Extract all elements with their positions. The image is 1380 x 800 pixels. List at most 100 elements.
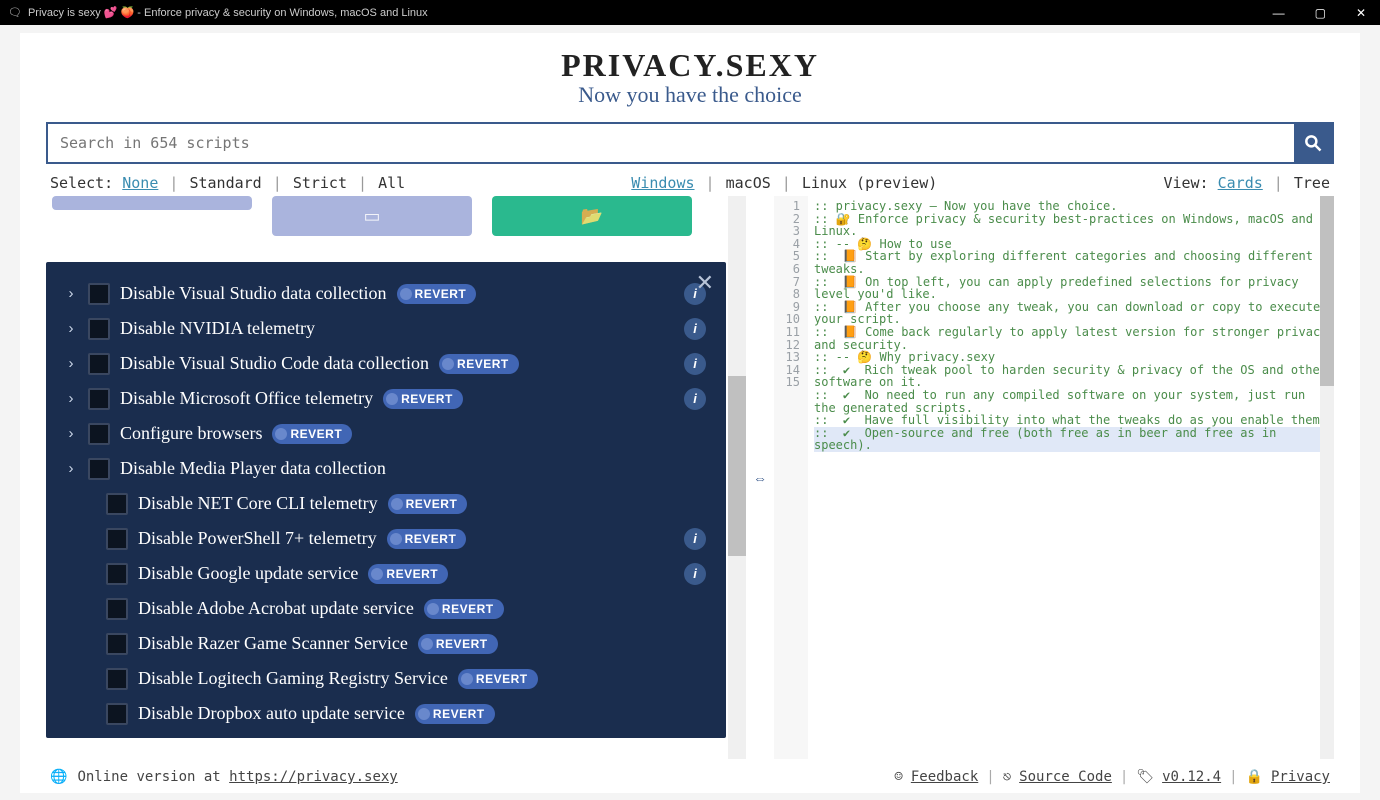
checkbox[interactable] [106,528,128,550]
tree-row: › Disable Visual Studio Code data collect… [64,346,706,381]
revert-toggle[interactable]: REVERT [458,669,538,689]
revert-toggle[interactable]: REVERT [397,284,477,304]
tree-item-label[interactable]: Disable Microsoft Office telemetry [120,388,373,409]
footer-link-privacy[interactable]: Privacy [1271,769,1330,785]
chevron-right-icon[interactable]: › [64,320,78,337]
minimize-button[interactable]: — [1267,6,1291,20]
maximize-button[interactable]: ▢ [1309,6,1332,20]
tree-item-label[interactable]: Disable NVIDIA telemetry [120,318,315,339]
online-link[interactable]: https://privacy.sexy [229,769,398,785]
search-button[interactable] [1294,124,1332,162]
category-card[interactable]: ▭ [272,196,472,236]
code-body[interactable]: :: privacy.sexy — Now you have the choic… [808,196,1334,759]
tree-item-label[interactable]: Disable Logitech Gaming Registry Service [138,668,448,689]
checkbox[interactable] [106,633,128,655]
checkbox[interactable] [88,283,110,305]
v--icon: 🏷 [1136,769,1154,785]
code-line: :: ✔ Rich tweak pool to harden security … [814,364,1334,389]
checkbox[interactable] [88,353,110,375]
option-windows[interactable]: Windows [631,174,694,192]
search-input[interactable] [48,124,1294,162]
revert-toggle[interactable]: REVERT [387,529,467,549]
tree-row: › Disable Microsoft Office telemetry REVER… [64,381,706,416]
source-code-icon: ⎋ [1003,769,1011,785]
brand-header: PRIVACY.SEXY Now you have the choice [20,33,1360,114]
revert-toggle[interactable]: REVERT [418,634,498,654]
tree-item-label[interactable]: Disable NET Core CLI telemetry [138,493,378,514]
footer-link-v-[interactable]: v0.12.4 [1162,769,1221,785]
resize-horizontal-icon: ⇔ [753,470,767,486]
checkbox[interactable] [106,563,128,585]
select-presets: Select: None | Standard | Strict | All [50,174,405,192]
chevron-right-icon[interactable]: › [64,425,78,442]
category-card-active[interactable]: 📂 [492,196,692,236]
option-all[interactable]: All [378,174,405,192]
pane-splitter[interactable]: ⇔ [746,196,774,759]
tree-item-label[interactable]: Configure browsers [120,423,262,444]
chevron-right-icon[interactable]: › [64,285,78,302]
revert-toggle[interactable]: REVERT [383,389,463,409]
option-standard[interactable]: Standard [189,174,261,192]
tree-item-label[interactable]: Disable Visual Studio Code data collecti… [120,353,429,374]
scrollbar-thumb[interactable] [1320,196,1334,386]
window-title: Privacy is sexy 💕 🍑 - Enforce privacy & … [28,6,428,19]
script-pane: 123456789101112131415 :: privacy.sexy — … [774,196,1334,759]
info-icon[interactable]: i [684,563,706,585]
revert-toggle[interactable]: REVERT [368,564,448,584]
chevron-right-icon[interactable]: › [64,390,78,407]
revert-toggle[interactable]: REVERT [424,599,504,619]
left-scrollbar[interactable] [728,196,746,759]
close-popover-button[interactable]: ✕ [696,270,714,296]
close-window-button[interactable]: ✕ [1350,6,1372,20]
tree-item-label[interactable]: Disable Dropbox auto update service [138,703,405,724]
checkbox[interactable] [88,318,110,340]
footer-link-source-code[interactable]: Source Code [1019,769,1112,785]
info-icon[interactable]: i [684,318,706,340]
tree-item-label[interactable]: Disable Media Player data collection [120,458,386,479]
chevron-right-icon[interactable]: › [64,355,78,372]
right-scrollbar[interactable] [1320,196,1334,759]
view-toggle: View: Cards | Tree [1163,174,1330,192]
revert-toggle[interactable]: REVERT [388,494,468,514]
brand-title: PRIVACY.SEXY [20,47,1360,84]
revert-toggle[interactable]: REVERT [415,704,495,724]
category-card[interactable] [52,196,252,210]
chevron-right-icon[interactable]: › [64,460,78,477]
window-titlebar: 🗨 Privacy is sexy 💕 🍑 - Enforce privacy … [0,0,1380,25]
option-tree[interactable]: Tree [1294,174,1330,192]
tree-item-label[interactable]: Disable Adobe Acrobat update service [138,598,414,619]
search-box [46,122,1334,164]
tree-item-label[interactable]: Disable PowerShell 7+ telemetry [138,528,377,549]
info-icon[interactable]: i [684,528,706,550]
checkbox[interactable] [106,598,128,620]
info-icon[interactable]: i [684,353,706,375]
checkbox[interactable] [88,458,110,480]
code-line: :: 📙 Start by exploring different catego… [814,250,1334,275]
code-line: :: 🔐 Enforce privacy & security best-pra… [814,213,1334,238]
code-line: :: 📙 Come back regularly to apply latest… [814,326,1334,351]
os-tabs: Windows | macOS | Linux (preview) [631,174,937,192]
tree-item-label[interactable]: Disable Google update service [138,563,358,584]
info-icon[interactable]: i [684,388,706,410]
option-macos[interactable]: macOS [726,174,771,192]
checkbox[interactable] [106,493,128,515]
tree-row: ›Disable NET Core CLI telemetryREVERT [64,486,706,521]
left-pane: ▭ 📂 ✕ › Disable Visual Studio data collec… [46,196,746,759]
checkbox[interactable] [106,668,128,690]
code-line: :: 📙 After you choose any tweak, you can… [814,301,1334,326]
option-none[interactable]: None [122,174,158,192]
tree-item-label[interactable]: Disable Razer Game Scanner Service [138,633,408,654]
checkbox[interactable] [106,703,128,725]
tree-item-label[interactable]: Disable Visual Studio data collection [120,283,387,304]
option-strict[interactable]: Strict [293,174,347,192]
revert-toggle[interactable]: REVERT [272,424,352,444]
document-icon: ▭ [363,206,380,227]
option-cards[interactable]: Cards [1218,174,1263,192]
scrollbar-thumb[interactable] [728,376,746,556]
checkbox[interactable] [88,423,110,445]
checkbox[interactable] [88,388,110,410]
footer-link-feedback[interactable]: Feedback [911,769,978,785]
option-linux-preview-[interactable]: Linux (preview) [802,174,937,192]
code-line: :: ✔ Open-source and free (both free as … [814,427,1334,452]
revert-toggle[interactable]: REVERT [439,354,519,374]
